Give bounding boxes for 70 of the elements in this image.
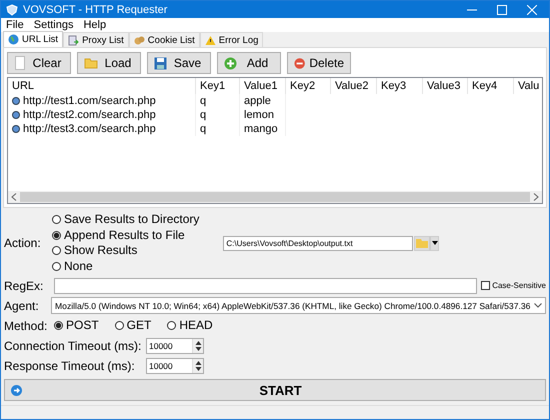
regex-field[interactable] bbox=[54, 278, 478, 294]
radio-option[interactable]: Show Results bbox=[52, 243, 200, 258]
radio-option[interactable]: POST bbox=[54, 318, 99, 334]
tab[interactable]: Proxy List bbox=[63, 32, 129, 47]
menu-item[interactable]: File bbox=[6, 19, 24, 31]
table-cell: q bbox=[200, 95, 206, 107]
toolbar-button[interactable]: Save bbox=[147, 52, 211, 74]
page-icon bbox=[14, 56, 26, 70]
spinner-arrows-icon bbox=[194, 340, 202, 352]
arrow-right-icon bbox=[11, 384, 22, 396]
toolbar-button[interactable]: Add bbox=[217, 52, 281, 74]
column-header[interactable]: Key4 bbox=[468, 78, 514, 94]
column-header[interactable]: Key3 bbox=[377, 78, 423, 94]
warning-icon bbox=[204, 34, 216, 46]
folder-icon bbox=[415, 238, 430, 248]
tab[interactable]: URL List bbox=[3, 31, 64, 47]
horizontal-scrollbar[interactable] bbox=[8, 191, 542, 203]
action-label: Action: bbox=[4, 236, 42, 250]
radio-option[interactable]: Append Results to File bbox=[52, 228, 200, 243]
column-header[interactable]: URL bbox=[8, 78, 196, 94]
table-cell: http://test1.com/search.php bbox=[23, 95, 156, 107]
timeout-label: Response Timeout (ms): bbox=[4, 358, 136, 372]
minus-icon bbox=[294, 56, 306, 70]
column-header[interactable]: Key2 bbox=[286, 78, 331, 94]
column-header[interactable]: Key1 bbox=[196, 78, 240, 94]
tab[interactable]: Error Log bbox=[200, 32, 264, 47]
column-header[interactable]: Value1 bbox=[240, 78, 286, 94]
column-header[interactable]: Value2 bbox=[331, 78, 377, 94]
table-cell: apple bbox=[244, 95, 271, 107]
window-title: VOVSOFT - HTTP Requester bbox=[23, 4, 168, 16]
chevron-down-icon bbox=[534, 303, 542, 308]
timeout-label: Connection Timeout (ms): bbox=[4, 338, 142, 352]
table-cell: q bbox=[200, 123, 206, 135]
output-path-field[interactable]: C:\Users\Vovsoft\Desktop\output.txt bbox=[223, 236, 414, 250]
radio-option[interactable]: Save Results to Directory bbox=[52, 212, 200, 228]
table-cell: http://test3.com/search.php bbox=[23, 123, 156, 135]
toolbar-button[interactable]: Load bbox=[77, 52, 141, 74]
close-icon[interactable] bbox=[527, 4, 537, 14]
method-label: Method: bbox=[4, 318, 48, 332]
tab[interactable]: Cookie List bbox=[128, 32, 200, 47]
radio-option[interactable]: HEAD bbox=[167, 318, 213, 334]
agent-dropdown[interactable]: Mozilla/5.0 (Windows NT 10.0; Win64; x64) AppleWebKit/537.36 (KHTML, like Gecko) Chrome/100.0.4896.127 Safari/537.36 bbox=[51, 297, 546, 314]
scroll-right-icon[interactable] bbox=[533, 193, 539, 201]
table-cell: http://test2.com/search.php bbox=[23, 109, 156, 121]
shield-icon bbox=[6, 4, 18, 16]
dropdown-button[interactable] bbox=[430, 236, 440, 250]
menu-item[interactable]: Help bbox=[83, 19, 106, 31]
timeout-spinner[interactable]: 10000 bbox=[146, 358, 204, 374]
column-header[interactable]: Value3 bbox=[423, 78, 468, 94]
table-cell: lemon bbox=[244, 109, 274, 121]
start-button[interactable]: START bbox=[4, 379, 546, 401]
regex-label: RegEx: bbox=[4, 278, 44, 292]
toolbar-button[interactable]: Clear bbox=[7, 52, 71, 74]
column-header[interactable]: Valu bbox=[514, 78, 542, 94]
folder-icon bbox=[84, 57, 98, 69]
scroll-left-icon[interactable] bbox=[11, 193, 17, 201]
agent-label: Agent: bbox=[4, 298, 40, 312]
maximize-icon[interactable] bbox=[497, 4, 507, 14]
table-cell: q bbox=[200, 109, 206, 121]
timeout-spinner[interactable]: 10000 bbox=[146, 338, 204, 354]
spinner-arrows-icon bbox=[194, 360, 202, 372]
caret-icon bbox=[432, 241, 438, 245]
plus-icon bbox=[224, 56, 237, 70]
table-cell: mango bbox=[244, 123, 278, 135]
menu-item[interactable]: Settings bbox=[34, 19, 74, 31]
cookie-icon bbox=[134, 34, 145, 46]
case-sensitive-checkbox[interactable]: Case-Sensitive bbox=[481, 281, 546, 290]
radio-option[interactable]: GET bbox=[114, 318, 152, 334]
radio-option[interactable]: None bbox=[52, 258, 200, 274]
toolbar-button[interactable]: Delete bbox=[287, 52, 351, 74]
